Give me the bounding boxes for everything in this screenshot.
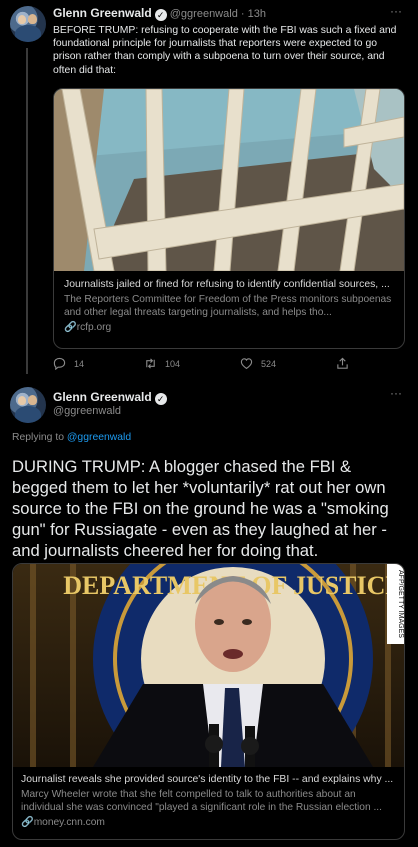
tweet-timestamp[interactable]: 13h — [248, 8, 266, 20]
more-options-icon[interactable]: ··· — [390, 4, 402, 18]
tweet-text: DURING TRUMP: A blogger chased the FBI &… — [12, 457, 389, 560]
retweet-count: 104 — [165, 358, 181, 369]
reply-icon — [53, 357, 66, 370]
card-title: Journalist reveals she provided source's… — [21, 774, 394, 785]
card-image-press-conference: DEPARTMENT OF JUSTICE AFP/GETTY IMAGES — [13, 564, 404, 767]
author-name[interactable]: Glenn Greenwald — [53, 390, 152, 404]
like-button[interactable]: 524 — [240, 357, 276, 370]
link-icon: 🔗 — [64, 322, 77, 333]
heart-icon — [240, 358, 253, 370]
card-description: The Reporters Committee for Freedom of t… — [64, 294, 392, 319]
image-credit-watermark: AFP/GETTY IMAGES — [397, 570, 404, 638]
card-domain: money.cnn.com — [33, 817, 105, 828]
share-icon — [337, 357, 348, 369]
verified-icon: ✓ — [154, 9, 167, 21]
card-image-jail-cell — [54, 89, 404, 271]
more-options-icon[interactable]: ··· — [390, 386, 402, 400]
tweet-header: Glenn Greenwald ✓ @ggreenwald · 13h — [53, 6, 266, 21]
card-title: Journalists jailed or fined for refusing… — [64, 279, 390, 290]
author-name[interactable]: Glenn Greenwald — [53, 6, 152, 20]
link-card[interactable]: DEPARTMENT OF JUSTICE AFP/GETTY IMAGES J… — [12, 563, 405, 840]
replying-prefix: Replying to — [12, 432, 64, 443]
card-domain: rcfp.org — [76, 322, 112, 333]
retweet-button[interactable]: 104 — [144, 357, 180, 370]
verified-icon: ✓ — [154, 393, 167, 405]
reply-count: 14 — [74, 358, 85, 369]
link-icon: 🔗 — [21, 817, 34, 828]
tweet-header: Glenn Greenwald ✓ — [53, 390, 167, 405]
avatar[interactable] — [10, 6, 46, 42]
share-button[interactable] — [336, 357, 349, 370]
replying-to: Replying to @ggreenwald — [12, 432, 131, 443]
retweet-icon — [146, 358, 155, 369]
author-handle[interactable]: @ggreenwald — [170, 8, 238, 20]
author-handle[interactable]: @ggreenwald — [53, 405, 121, 417]
like-count: 524 — [261, 358, 277, 369]
card-description: Marcy Wheeler wrote that she felt compel… — [21, 789, 382, 814]
link-card[interactable]: Journalists jailed or fined for refusing… — [53, 88, 405, 349]
reply-button[interactable]: 14 — [53, 357, 84, 370]
replying-handle-link[interactable]: @ggreenwald — [67, 432, 131, 443]
thread-connector — [26, 48, 28, 374]
tweet-text: BEFORE TRUMP: refusing to cooperate with… — [53, 25, 397, 76]
avatar[interactable] — [10, 387, 46, 423]
